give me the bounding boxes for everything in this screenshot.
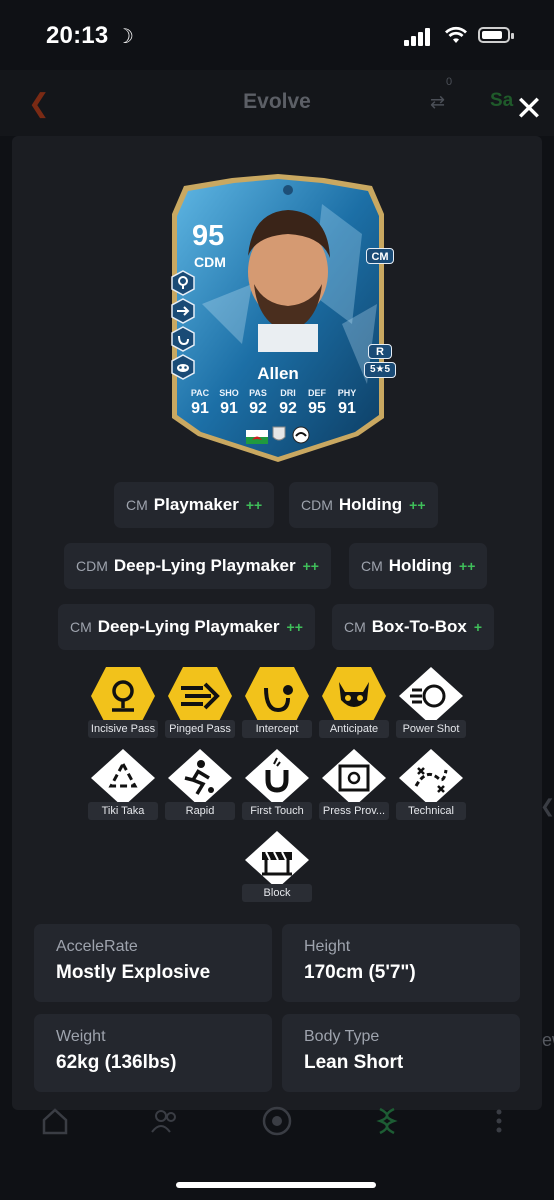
playstyle-press-proven[interactable]: Press Prov... xyxy=(319,748,389,820)
playstyle-anticipate[interactable]: Anticipate xyxy=(319,666,389,738)
playstyle-incisive-pass[interactable]: Incisive Pass xyxy=(88,666,158,738)
info-accelerate: AcceleRate Mostly Explosive xyxy=(34,924,272,1002)
users-icon[interactable] xyxy=(150,1106,180,1136)
stat-pas: PAS 92 xyxy=(249,388,267,417)
club-badge-icon xyxy=(292,426,310,444)
player-card: . 95 CDM CM R 5★5 Allen PAC91 SHO91 PAS9… xyxy=(162,174,396,464)
save-button[interactable]: Sa xyxy=(490,90,513,112)
hook-icon xyxy=(171,326,195,352)
chevron-left-icon: ❮ xyxy=(540,796,554,816)
role-chip[interactable]: CM Box-To-Box + xyxy=(332,604,495,650)
playstyle-intercept[interactable]: Intercept xyxy=(242,666,312,738)
pin-icon xyxy=(171,270,195,296)
page-title: Evolve xyxy=(243,90,311,113)
alt-position-badge: CM xyxy=(366,248,394,264)
ball-icon[interactable] xyxy=(262,1106,292,1136)
compare-icon[interactable]: ⇄ xyxy=(430,92,445,113)
status-bar: 20:13 ☽ xyxy=(0,0,554,70)
role-chip[interactable]: CM Deep-Lying Playmaker ++ xyxy=(58,604,315,650)
arrow-icon xyxy=(171,298,195,324)
playstyle-technical[interactable]: Technical xyxy=(396,748,466,820)
playstyle-first-touch[interactable]: First Touch xyxy=(242,748,312,820)
stat-pac: PAC 91 xyxy=(190,388,210,417)
close-icon[interactable]: ✕ xyxy=(514,92,544,126)
card-frame: . xyxy=(172,174,384,464)
moon-icon: ☽ xyxy=(116,26,134,48)
playstyle-pinged-pass[interactable]: Pinged Pass xyxy=(165,666,235,738)
role-chip[interactable]: CDM Holding ++ xyxy=(289,482,438,528)
playstyle-rapid[interactable]: Rapid xyxy=(165,748,235,820)
svg-text:.: . xyxy=(222,461,226,464)
role-chip[interactable]: CM Playmaker ++ xyxy=(114,482,275,528)
evolution-icon[interactable] xyxy=(372,1106,402,1136)
card-player-name: Allen xyxy=(257,364,299,383)
home-indicator xyxy=(176,1182,376,1188)
role-chip[interactable]: CM Holding ++ xyxy=(349,543,488,589)
compare-count: 0 xyxy=(446,76,453,88)
stat-phy: PHY 91 xyxy=(337,388,357,417)
offscreen-text-fragment: ew xyxy=(542,1030,554,1050)
nation-flag-icon xyxy=(246,430,268,444)
stat-def: DEF 95 xyxy=(308,388,326,417)
home-icon[interactable] xyxy=(40,1106,70,1136)
info-weight: Weight 62kg (136lbs) xyxy=(34,1014,272,1092)
playstyle-tiki-taka[interactable]: Tiki Taka xyxy=(88,748,158,820)
wifi-icon xyxy=(445,26,467,43)
league-badge-icon xyxy=(272,426,286,441)
preferred-foot-badge: R xyxy=(368,344,392,359)
battery-icon xyxy=(478,27,514,43)
role-chip[interactable]: CDM Deep-Lying Playmaker ++ xyxy=(64,543,331,589)
bottom-nav xyxy=(0,1096,554,1156)
playstyle-block[interactable]: Block xyxy=(242,830,312,902)
more-icon[interactable] xyxy=(484,1106,514,1136)
info-body-type: Body Type Lean Short xyxy=(282,1014,520,1092)
playstyle-power-shot[interactable]: Power Shot xyxy=(396,666,466,738)
signal-icon xyxy=(404,28,434,46)
card-position: CDM xyxy=(194,254,226,270)
stat-sho: SHO 91 xyxy=(219,388,239,417)
app-header: ❮ Evolve 0 ⇄ Sa xyxy=(0,70,554,136)
player-details-panel: . 95 CDM CM R 5★5 Allen PAC91 SHO91 PAS9… xyxy=(12,136,542,1110)
status-time: 20:13 xyxy=(46,22,109,49)
stat-dri: DRI 92 xyxy=(279,388,297,417)
info-height: Height 170cm (5'7") xyxy=(282,924,520,1002)
card-rating: 95 xyxy=(192,220,225,252)
